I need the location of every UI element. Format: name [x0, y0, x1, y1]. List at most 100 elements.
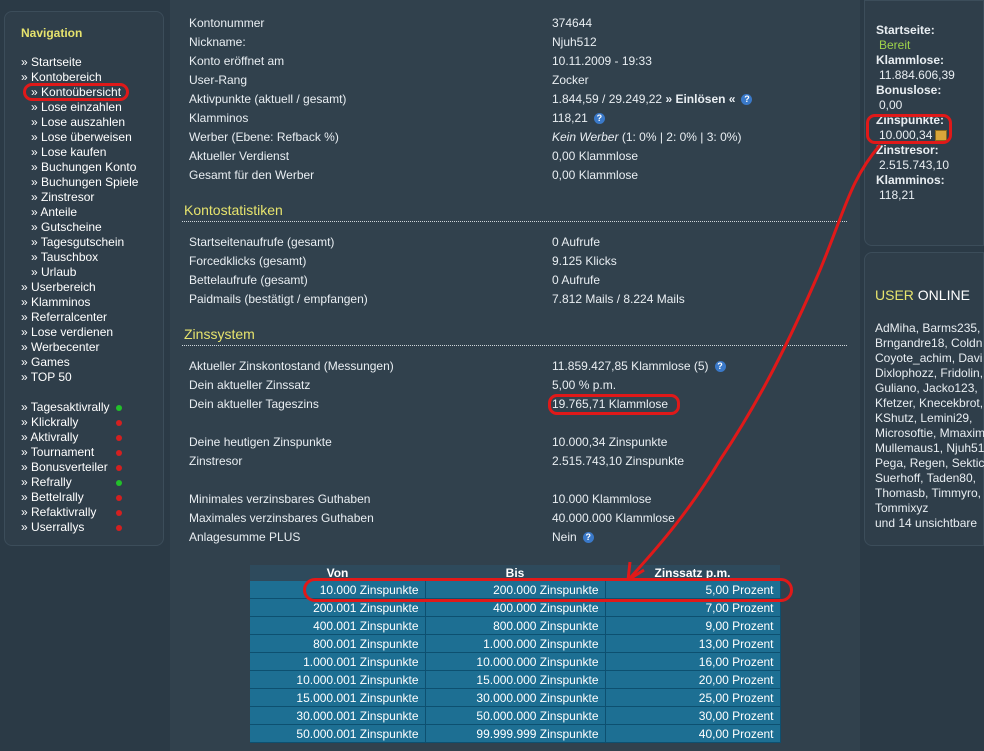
rally-item[interactable]: » Userrallys	[21, 520, 141, 535]
rally-item[interactable]: » Aktivrally	[21, 430, 141, 445]
info-value-text: 0 Aufrufe	[552, 235, 601, 249]
nav-item[interactable]: » Buchungen Spiele	[31, 175, 138, 190]
online-user-line[interactable]: Coyote_achim, Davi	[875, 351, 982, 365]
table-cell: 15.000.000 Zinspunkte	[425, 670, 606, 689]
nav-item[interactable]: » Lose auszahlen	[31, 115, 125, 130]
info-value: 2.515.743,10 Zinspunkte	[552, 454, 684, 469]
nav-item-label: Klamminos	[31, 295, 91, 309]
nav-bullet: »	[21, 430, 31, 444]
info-value-text: 10.000 Klammlose	[552, 492, 652, 506]
nav-item[interactable]: » Games	[21, 355, 70, 370]
online-user-line[interactable]: Pega, Regen, Sektic	[875, 456, 984, 470]
nav-item[interactable]: » Zinstresor	[31, 190, 94, 205]
nav-item[interactable]: » Buchungen Konto	[31, 160, 136, 175]
nav-item[interactable]: » Userbereich	[21, 280, 96, 295]
table-cell: 30.000.001 Zinspunkte	[250, 706, 426, 725]
nav-item[interactable]: » Startseite	[21, 55, 82, 70]
info-value-text: Zocker	[552, 73, 589, 87]
online-user-line[interactable]: Brngandre18, Coldn	[875, 336, 982, 350]
konto-value: 2.515.743,10	[879, 158, 949, 172]
info-label: Deine heutigen Zinspunkte	[189, 435, 332, 449]
info-label: Dein aktueller Tageszins	[189, 397, 319, 411]
table-cell: 10.000.000 Zinspunkte	[425, 652, 606, 671]
rally-item[interactable]: » Bonusverteiler	[21, 460, 141, 475]
info-value-text: 10.000,34 Zinspunkte	[552, 435, 668, 449]
konto-value-text: 118,21	[879, 188, 915, 202]
info-value-text: 40.000.000 Klammlose	[552, 511, 675, 525]
rally-item[interactable]: » Tagesaktivrally	[21, 400, 141, 415]
info-value: 374644	[552, 16, 592, 31]
nav-item[interactable]: » TOP 50	[21, 370, 72, 385]
online-user-line[interactable]: AdMiha, Barms235,	[875, 321, 980, 335]
rally-item[interactable]: » Klickrally	[21, 415, 141, 430]
info-label: Werber (Ebene: Refback %)	[189, 130, 339, 144]
info-value: 1.844,59 / 29.249,22 » Einlösen «?	[552, 92, 753, 107]
info-value: 0,00 Klammlose	[552, 149, 638, 164]
nav-bullet: »	[31, 115, 42, 129]
info-label: Dein aktueller Zinssatz	[189, 378, 311, 392]
rally-item[interactable]: » Bettelrally	[21, 490, 141, 505]
nav-item[interactable]: » Referralcenter	[21, 310, 107, 325]
online-user-line[interactable]: Dixlophozz, Fridolin,	[875, 366, 983, 380]
rally-status-dot	[116, 495, 122, 501]
info-label: Anlagesumme PLUS	[189, 530, 301, 544]
nav-item[interactable]: » Tauschbox	[31, 250, 98, 265]
help-icon[interactable]: ?	[582, 532, 594, 544]
online-user-line[interactable]: Mullemaus1, Njuh51	[875, 441, 984, 455]
info-label: Gesamt für den Werber	[189, 168, 315, 182]
online-user-line[interactable]: Tommixyz	[875, 501, 928, 515]
info-label: Aktivpunkte (aktuell / gesamt)	[189, 92, 347, 106]
info-label: Minimales verzinsbares Guthaben	[189, 492, 371, 506]
nav-item[interactable]: » Lose verdienen	[21, 325, 113, 340]
info-value: Njuh512	[552, 35, 597, 50]
online-user-line[interactable]: Thomasb, Timmyro,	[875, 486, 981, 500]
nav-item[interactable]: » Gutscheine	[31, 220, 102, 235]
einloesen-link[interactable]: » Einlösen «	[665, 92, 735, 106]
table-cell: 800.001 Zinspunkte	[250, 634, 426, 653]
table-cell: 400.001 Zinspunkte	[250, 616, 426, 635]
nav-item[interactable]: » Werbecenter	[21, 340, 100, 355]
navigation-title: Navigation	[21, 26, 83, 40]
konto-label: Klamminos:	[876, 173, 945, 187]
info-value-text: 2.515.743,10 Zinspunkte	[552, 454, 685, 468]
help-icon[interactable]: ?	[741, 94, 753, 106]
section-divider	[182, 221, 847, 222]
online-user-line[interactable]: Guliano, Jacko123,	[875, 381, 978, 395]
info-value-italic: Kein Werber	[552, 130, 619, 144]
help-icon[interactable]: ?	[714, 361, 726, 373]
annotation-tageszins	[548, 394, 680, 415]
online-title-user: USER	[875, 287, 914, 303]
rally-item[interactable]: » Refrally	[21, 475, 141, 490]
nav-item[interactable]: » Klamminos	[21, 295, 90, 310]
konto-value-text: 0,00	[879, 98, 903, 112]
nav-item[interactable]: » Anteile	[31, 205, 77, 220]
online-user-line[interactable]: KShutz, Lemini29,	[875, 411, 972, 425]
info-label: Maximales verzinsbares Guthaben	[189, 511, 374, 525]
info-value: Nein?	[552, 530, 594, 545]
table-cell: 13,00 Prozent	[605, 634, 781, 653]
rally-label: Refrally	[31, 475, 72, 489]
help-icon[interactable]: ?	[593, 113, 605, 125]
online-user-line[interactable]: Microsoftie, Mmaxim	[875, 426, 984, 440]
nav-item[interactable]: » Tagesgutschein	[31, 235, 124, 250]
rally-item[interactable]: » Refaktivrally	[21, 505, 141, 520]
online-user-line[interactable]: Suerhoff, Taden80,	[875, 471, 976, 485]
annotation-zinspunkte	[866, 114, 952, 144]
online-user-line[interactable]: und 14 unsichtbare	[875, 516, 977, 530]
table-cell: 1.000.001 Zinspunkte	[250, 652, 426, 671]
konto-label: Klammlose:	[876, 53, 945, 67]
info-label: Zinstresor	[189, 454, 243, 468]
info-value: Kein Werber (1: 0% | 2: 0% | 3: 0%)	[552, 130, 741, 145]
online-user-line[interactable]: Kfetzer, Knecekbrot,	[875, 396, 983, 410]
nav-item[interactable]: » Urlaub	[31, 265, 76, 280]
nav-item[interactable]: » Lose einzahlen	[31, 100, 122, 115]
rally-label: Tournament	[30, 445, 95, 459]
nav-item-label: Buchungen Spiele	[41, 175, 139, 189]
konto-label: Zinstresor:	[876, 143, 939, 157]
info-value: Zocker	[552, 73, 589, 88]
nav-item[interactable]: » Lose überweisen	[31, 130, 132, 145]
nav-item[interactable]: » Lose kaufen	[31, 145, 106, 160]
nav-bullet: »	[31, 160, 42, 174]
rally-item[interactable]: » Tournament	[21, 445, 141, 460]
nav-bullet: »	[21, 55, 32, 69]
